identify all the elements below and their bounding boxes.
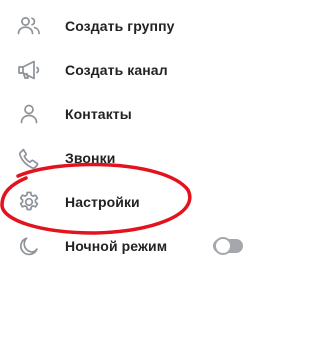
menu-item-label: Контакты: [65, 106, 132, 122]
group-icon: [16, 13, 42, 39]
menu-item-calls[interactable]: Звонки: [0, 138, 255, 178]
menu-item-label: Звонки: [65, 150, 116, 166]
megaphone-icon: [16, 57, 42, 83]
person-icon: [16, 101, 42, 127]
menu-item-create-channel[interactable]: Создать канал: [0, 50, 255, 90]
menu-item-label: Ночной режим: [65, 238, 168, 254]
menu-item-label: Создать канал: [65, 62, 168, 78]
gear-icon: [16, 189, 42, 215]
menu-item-label: Создать группу: [65, 18, 175, 34]
menu-item-settings[interactable]: Настройки: [0, 182, 255, 222]
menu-item-label: Настройки: [65, 194, 140, 210]
menu-item-contacts[interactable]: Контакты: [0, 94, 255, 134]
menu-item-create-group[interactable]: Создать группу: [0, 6, 255, 46]
menu-item-night-mode[interactable]: Ночной режим: [0, 226, 255, 266]
toggle-knob: [214, 237, 232, 255]
night-mode-toggle[interactable]: [213, 237, 243, 255]
moon-icon: [16, 233, 42, 259]
phone-icon: [16, 145, 42, 171]
side-menu: Создать группу Создать канал Контакты Зв…: [0, 0, 255, 346]
